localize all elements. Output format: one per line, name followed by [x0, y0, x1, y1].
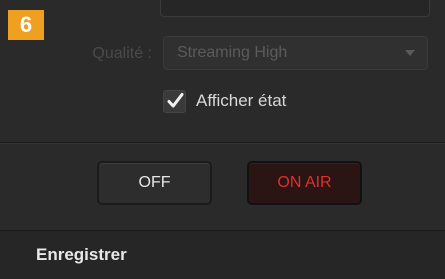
checkmark-icon — [167, 92, 184, 107]
show-status-label: Afficher état — [196, 91, 287, 110]
off-button-label: OFF — [138, 174, 171, 191]
divider-highlight — [0, 143, 445, 144]
record-section-header[interactable]: Enregistrer — [0, 230, 445, 279]
on-air-button-label: ON AIR — [277, 174, 332, 191]
quality-value: Streaming High — [177, 44, 288, 61]
chevron-down-icon — [405, 50, 415, 56]
previous-field[interactable] — [160, 0, 430, 17]
quality-select[interactable]: Streaming High — [163, 36, 428, 70]
quality-row: Qualité : Streaming High — [0, 36, 445, 74]
quality-label: Qualité : — [92, 45, 152, 62]
off-button[interactable]: OFF — [97, 161, 212, 205]
panel: 6 Qualité : Streaming High Afficher état… — [0, 0, 445, 279]
step-number-badge: 6 — [8, 10, 44, 40]
show-status-row: Afficher état — [163, 86, 286, 116]
on-air-button[interactable]: ON AIR — [247, 161, 362, 205]
show-status-checkbox[interactable] — [163, 89, 186, 113]
step-number: 6 — [19, 12, 33, 37]
record-section-title: Enregistrer — [36, 245, 127, 264]
